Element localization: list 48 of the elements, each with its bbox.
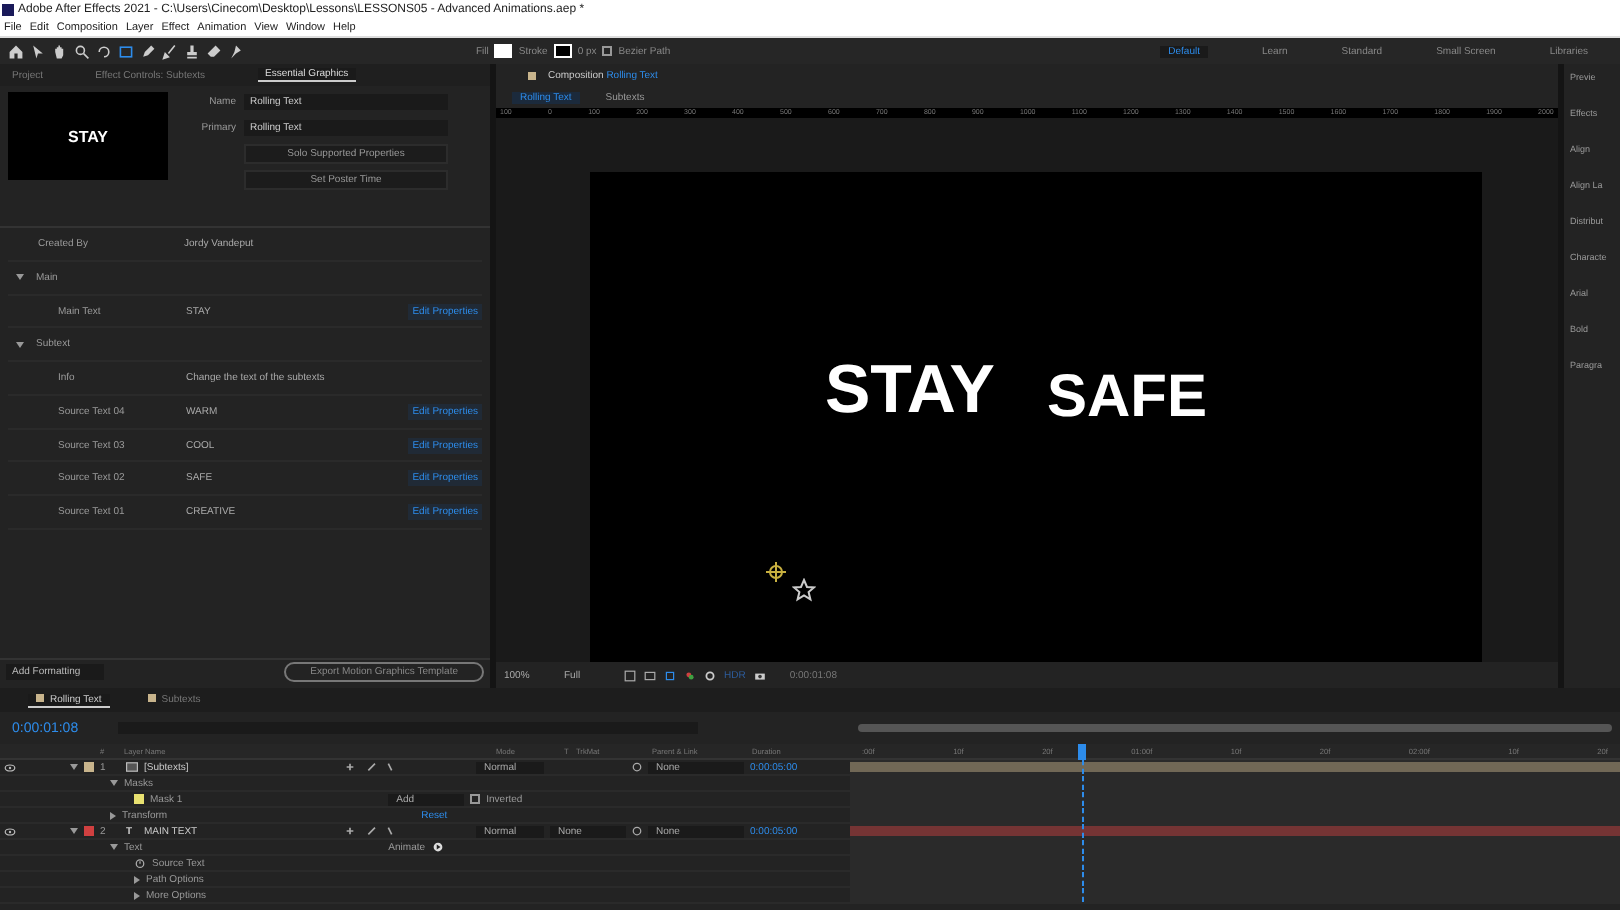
composition-icon <box>528 71 536 79</box>
label-color[interactable] <box>84 762 94 772</box>
eraser-icon[interactable] <box>206 43 222 59</box>
hand-icon[interactable] <box>52 43 68 59</box>
pick-whip-icon[interactable] <box>632 826 642 836</box>
pin-icon[interactable] <box>228 43 244 59</box>
disclosure-triangle[interactable] <box>110 780 118 786</box>
disclosure-triangle[interactable] <box>16 274 24 281</box>
stopwatch-icon[interactable] <box>134 858 146 868</box>
mask-icon[interactable] <box>664 669 676 681</box>
brush-icon[interactable] <box>162 43 178 59</box>
rotate-icon[interactable] <box>96 43 112 59</box>
disclosure-triangle[interactable] <box>110 844 118 850</box>
home-icon[interactable] <box>8 43 24 59</box>
stroke-swatch[interactable] <box>553 44 572 58</box>
app-icon <box>2 3 14 15</box>
pointer-icon[interactable] <box>30 43 46 59</box>
search-icon[interactable] <box>74 43 90 59</box>
sub-text: SAFE <box>1046 367 1207 427</box>
rectangle-icon[interactable] <box>118 43 134 59</box>
stamp-icon[interactable] <box>184 43 200 59</box>
inverted-checkbox[interactable] <box>470 794 481 804</box>
pen-icon[interactable] <box>140 43 156 59</box>
settings-icon[interactable] <box>704 669 716 681</box>
playhead[interactable] <box>1077 744 1085 760</box>
disclosure-triangle[interactable] <box>70 828 78 834</box>
disclosure-triangle[interactable] <box>110 811 116 819</box>
pick-whip-icon[interactable] <box>632 762 642 772</box>
eye-icon[interactable] <box>4 827 16 835</box>
label-color[interactable] <box>84 826 94 836</box>
disclosure-triangle[interactable] <box>134 875 140 883</box>
color-channel-icon[interactable] <box>684 669 696 681</box>
anchor-point-icon[interactable] <box>765 562 785 582</box>
transparency-icon[interactable] <box>644 669 656 681</box>
eye-icon[interactable] <box>4 763 16 771</box>
preview-text: STAY <box>67 127 108 145</box>
fill-swatch[interactable] <box>494 44 513 58</box>
bezier-checkbox[interactable] <box>602 46 613 56</box>
grid-icon[interactable] <box>624 669 636 681</box>
composition-icon <box>126 762 138 772</box>
disclosure-triangle[interactable] <box>134 891 140 899</box>
disclosure-triangle[interactable] <box>16 341 24 348</box>
disclosure-triangle[interactable] <box>70 764 78 770</box>
camera-icon[interactable] <box>753 669 766 681</box>
play-icon[interactable] <box>431 842 444 852</box>
star-icon <box>791 578 815 602</box>
main-text: STAY <box>824 355 995 427</box>
mask-color[interactable] <box>134 794 144 804</box>
